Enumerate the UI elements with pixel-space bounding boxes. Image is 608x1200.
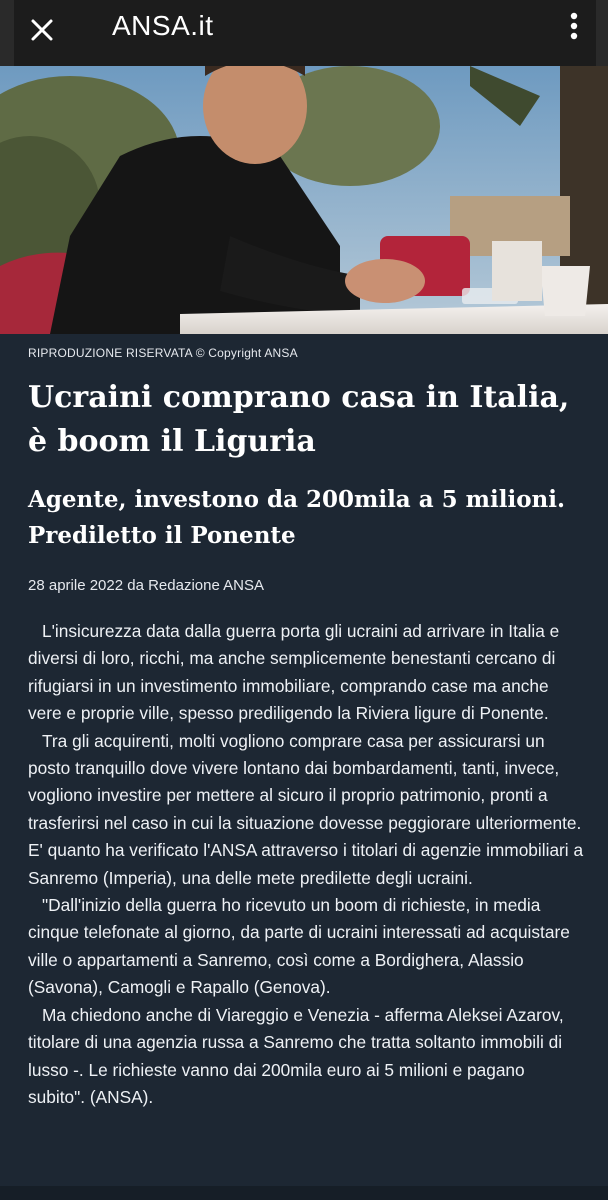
- hero-photo: [0, 66, 608, 334]
- article-byline: 28 aprile 2022 da Redazione ANSA: [28, 577, 265, 594]
- article-headline: Ucraini comprano casa in Italia, è boom …: [28, 380, 570, 459]
- site-title: ANSA.it: [112, 10, 214, 41]
- article-paragraph: L'insicurezza data dalla guerra porta gl…: [28, 621, 560, 724]
- photo-credit: RIPRODUZIONE RISERVATA © Copyright ANSA: [28, 346, 298, 360]
- article-paragraph: Tra gli acquirenti, molti vogliono compr…: [28, 730, 584, 888]
- article-body: L'insicurezza data dalla guerra porta gl…: [28, 618, 584, 1111]
- kebab-menu-icon: [570, 12, 578, 40]
- toolbar-edge-left: [0, 0, 14, 66]
- article-page: ANSA.it RIPRODUZIONE RISERVATA © Copyrig…: [0, 0, 608, 1200]
- overflow-menu-button[interactable]: [556, 8, 592, 44]
- article-paragraph: Ma chiedono anche di Viareggio e Venezia…: [28, 1004, 564, 1107]
- bottom-edge: [0, 1186, 608, 1200]
- article-subheadline: Agente, investono da 200mila a 5 milioni…: [28, 486, 565, 549]
- toolbar-edge-right: [596, 0, 608, 66]
- browser-toolbar: ANSA.it: [0, 0, 608, 66]
- close-icon: [31, 19, 53, 41]
- article-paragraph: "Dall'inizio della guerra ho ricevuto un…: [28, 895, 570, 998]
- hero-illustration: [0, 66, 608, 334]
- close-button[interactable]: [22, 10, 62, 50]
